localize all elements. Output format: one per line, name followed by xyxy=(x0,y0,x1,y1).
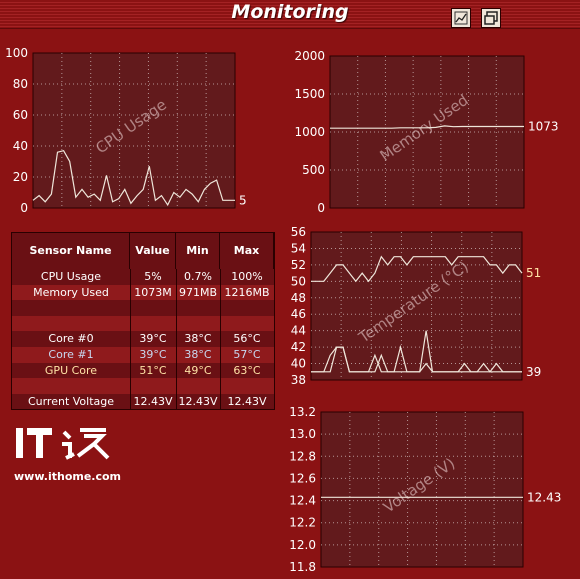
y-tick-label: 12.8 xyxy=(289,449,316,463)
y-tick-label: 52 xyxy=(291,258,306,272)
y-tick-label: 12.4 xyxy=(289,494,316,508)
table-cell-min: 38°C xyxy=(184,332,212,346)
y-tick-label: 50 xyxy=(291,274,306,288)
column-divider xyxy=(220,269,221,409)
y-tick-label: 56 xyxy=(291,225,306,239)
table-header-1[interactable]: Value xyxy=(130,233,176,269)
y-tick-label: 20 xyxy=(13,170,28,184)
y-tick-label: 12.6 xyxy=(289,471,316,485)
table-row[interactable]: Memory Used 1073M 971MB 1216MB xyxy=(12,284,274,301)
memory-used-chart: 0500100015002000Memory Used 1073 xyxy=(294,49,559,215)
y-tick-label: 0 xyxy=(20,201,28,215)
secondary-value-label: 39 xyxy=(526,365,541,379)
y-tick-label: 12.2 xyxy=(289,516,316,530)
table-cell-name: Core #0 xyxy=(48,332,94,346)
column-divider xyxy=(176,269,177,409)
y-tick-label: 13.0 xyxy=(289,427,316,441)
table-cell-max: 56°C xyxy=(233,332,261,346)
y-tick-label: 0 xyxy=(317,201,325,215)
table-cell-name: Core #1 xyxy=(48,348,94,361)
table-row[interactable]: Core #0 39°C 38°C 56°C xyxy=(12,331,274,347)
sensor-table: Sensor Name Value Min Max CPU Usage 5% 0.7% 100… xyxy=(11,232,275,410)
y-tick-label: 100 xyxy=(5,46,28,60)
table-row[interactable]: Current Voltage 12.43V 12.43V 12.43V xyxy=(12,393,274,410)
table-cell-value: 51°C xyxy=(139,363,167,377)
table-cell-value: 12.43V xyxy=(133,394,173,408)
table-cell-value: 39°C xyxy=(139,348,167,361)
y-tick-label: 13.2 xyxy=(289,405,316,419)
y-tick-label: 80 xyxy=(13,77,28,91)
table-cell-name: Memory Used xyxy=(33,285,109,299)
table-header-2[interactable]: Min xyxy=(176,233,220,269)
y-tick-label: 44 xyxy=(291,324,306,338)
table-cell-max: 12.43V xyxy=(227,394,267,408)
voltage-chart: 11.812.012.212.412.612.813.013.2Voltage … xyxy=(289,405,561,574)
temperature-chart: 38404244464850525456Temperature (°C) 5139 xyxy=(291,225,542,387)
table-row[interactable] xyxy=(12,378,274,394)
ithome-logo xyxy=(16,428,110,460)
y-tick-label: 40 xyxy=(291,357,306,371)
table-cell-min: 38°C xyxy=(184,348,212,361)
table-cell-max: 1216MB xyxy=(224,285,270,299)
line-chart-icon xyxy=(454,11,468,25)
y-tick-label: 38 xyxy=(291,373,306,387)
table-cell-value: 5% xyxy=(144,270,162,283)
current-value-label: 12.43 xyxy=(527,490,561,504)
y-tick-label: 42 xyxy=(291,340,306,354)
table-cell-max: 63°C xyxy=(233,363,261,377)
table-row[interactable]: GPU Core 51°C 49°C 63°C xyxy=(12,362,274,379)
y-tick-label: 1000 xyxy=(294,125,325,139)
y-tick-label: 46 xyxy=(291,307,306,321)
y-tick-label: 11.8 xyxy=(289,560,316,574)
table-row[interactable]: Core #1 39°C 38°C 57°C xyxy=(12,347,274,363)
table-cell-min: 0.7% xyxy=(184,270,212,283)
y-tick-label: 40 xyxy=(13,139,28,153)
column-divider xyxy=(130,269,131,409)
y-tick-label: 2000 xyxy=(294,49,325,63)
current-value-label: 51 xyxy=(526,266,541,280)
table-header-0[interactable]: Sensor Name xyxy=(12,233,130,269)
y-tick-label: 1500 xyxy=(294,87,325,101)
table-header-3[interactable]: Max xyxy=(220,233,274,269)
table-row[interactable] xyxy=(12,300,274,316)
cpu-usage-chart: 020406080100CPU Usage5 xyxy=(5,46,247,215)
y-tick-label: 60 xyxy=(13,108,28,122)
table-cell-value: 1073M xyxy=(134,285,172,299)
restore-window-icon xyxy=(484,11,498,25)
y-tick-label: 48 xyxy=(291,291,306,305)
table-cell-min: 12.43V xyxy=(178,394,218,408)
y-tick-label: 500 xyxy=(302,163,325,177)
table-cell-max: 57°C xyxy=(233,348,261,361)
table-cell-min: 49°C xyxy=(184,363,212,377)
table-cell-value: 39°C xyxy=(139,332,167,346)
current-value-label: 5 xyxy=(239,193,247,207)
table-cell-name: GPU Core xyxy=(44,363,98,377)
y-tick-label: 12.0 xyxy=(289,538,316,552)
current-value-label: 1073 xyxy=(528,119,559,133)
table-cell-name: CPU Usage xyxy=(40,270,102,283)
restore-window-button[interactable] xyxy=(481,8,501,28)
table-row[interactable]: CPU Usage 5% 0.7% 100% xyxy=(12,269,274,285)
table-row[interactable] xyxy=(12,315,274,332)
logo-url: www.ithome.com xyxy=(14,470,122,483)
y-tick-label: 54 xyxy=(291,241,306,255)
table-cell-name: Current Voltage xyxy=(27,394,115,408)
table-cell-max: 100% xyxy=(231,270,263,283)
chart-view-button[interactable] xyxy=(451,8,471,28)
table-cell-min: 971MB xyxy=(178,285,218,299)
